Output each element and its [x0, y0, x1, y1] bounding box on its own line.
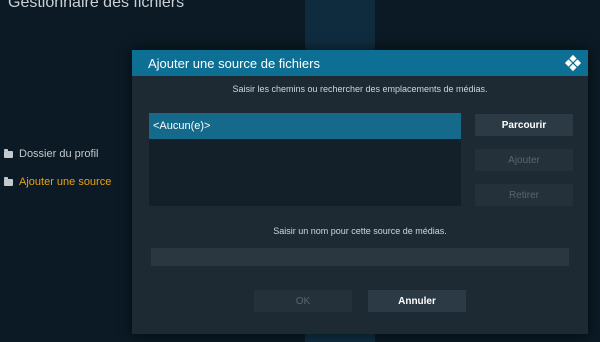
source-name-input[interactable] — [151, 248, 569, 266]
browse-button[interactable]: Parcourir — [475, 114, 573, 136]
add-source-dialog: Ajouter une source de fichiers Saisir le… — [132, 50, 588, 334]
dialog-title: Ajouter une source de fichiers — [148, 55, 320, 71]
add-button[interactable]: Ajouter — [475, 149, 573, 171]
ok-button[interactable]: OK — [254, 290, 352, 312]
sidebar-item-label: Dossier du profil — [19, 148, 99, 160]
folder-icon — [4, 176, 13, 186]
sidebar-item-add-source[interactable]: Ajouter une source — [4, 176, 111, 188]
sidebar-item-label: Ajouter une source — [19, 176, 112, 188]
sidebar-item-profile-folder[interactable]: Dossier du profil — [4, 148, 98, 160]
remove-button[interactable]: Retirer — [475, 184, 573, 206]
kodi-logo-icon — [564, 54, 582, 72]
source-path-item[interactable]: <Aucun(e)> — [149, 113, 461, 139]
cancel-button[interactable]: Annuler — [368, 290, 466, 312]
source-path-list[interactable]: <Aucun(e)> — [149, 113, 461, 206]
folder-icon — [4, 148, 13, 158]
paths-instruction: Saisir les chemins ou rechercher des emp… — [232, 84, 488, 94]
page-title: Gestionnaire des fichiers — [8, 0, 185, 11]
dialog-header: Ajouter une source de fichiers — [132, 50, 588, 76]
name-instruction: Saisir un nom pour cette source de média… — [273, 226, 447, 236]
